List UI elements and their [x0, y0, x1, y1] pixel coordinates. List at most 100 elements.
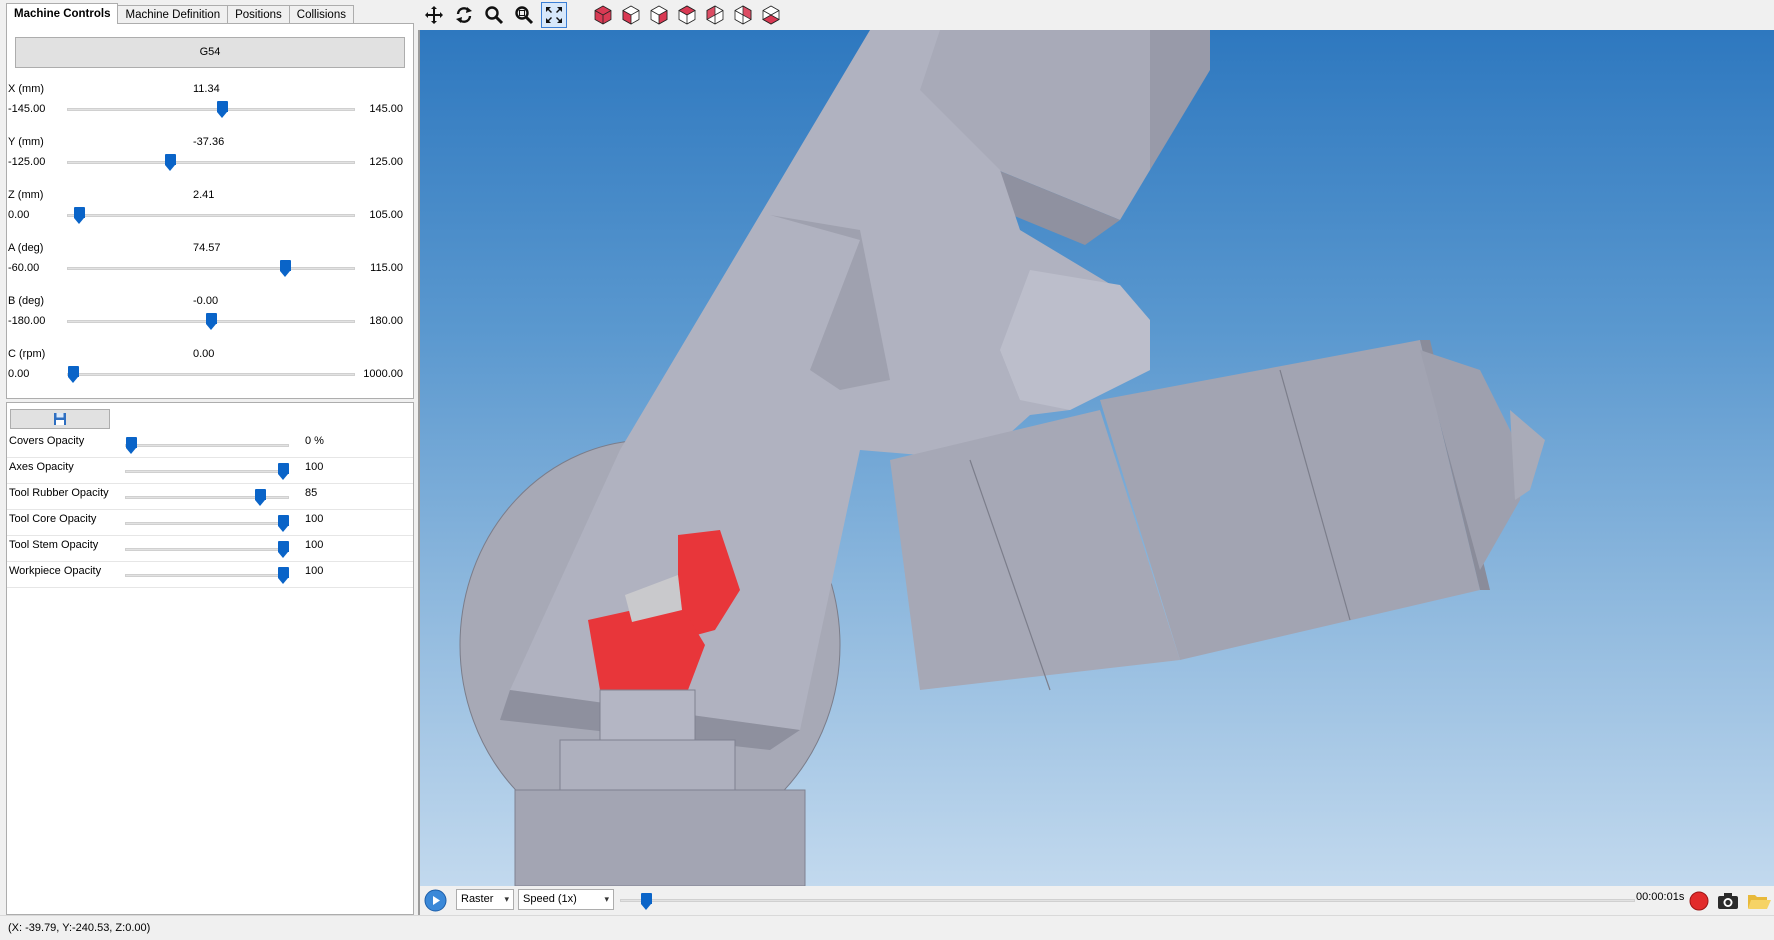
view-front-icon	[622, 5, 640, 25]
tool-stem-opacity-slider[interactable]	[125, 541, 289, 558]
tool-core-opacity-slider[interactable]	[125, 515, 289, 532]
mode-dropdown[interactable]: Raster ▾	[456, 889, 514, 910]
slider-track	[67, 161, 355, 164]
slider-track	[67, 267, 355, 270]
workpiece-opacity-slider[interactable]	[125, 567, 289, 584]
axis-max: 105.00	[369, 209, 403, 221]
slider-thumb[interactable]	[68, 366, 79, 383]
axis-min: -60.00	[8, 262, 40, 274]
column-side	[1150, 30, 1210, 170]
slider-thumb[interactable]	[278, 463, 289, 480]
wcs-button[interactable]: G54	[15, 37, 405, 68]
view-top-button[interactable]	[730, 2, 756, 28]
opacity-value: 100	[305, 461, 324, 473]
slider-track	[125, 548, 289, 551]
axis-min: -145.00	[8, 103, 46, 115]
view-iso-icon	[594, 5, 612, 25]
opacity-row-tool-rubber: Tool Rubber Opacity 85	[7, 484, 413, 510]
slider-thumb[interactable]	[126, 437, 137, 454]
axis-min: 0.00	[8, 209, 30, 221]
play-icon	[424, 889, 447, 912]
3d-viewport[interactable]	[418, 30, 1774, 886]
axis-x-control: X (mm) 11.34 -145.00 145.00	[7, 83, 413, 129]
axis-name: Z (mm)	[8, 189, 44, 201]
slider-thumb[interactable]	[278, 541, 289, 558]
slider-thumb[interactable]	[278, 567, 289, 584]
view-bottom-icon	[762, 5, 780, 25]
axis-value: 11.34	[193, 83, 220, 95]
view-bottom-button[interactable]	[758, 2, 784, 28]
slider-thumb[interactable]	[255, 489, 267, 506]
view-back-icon	[650, 5, 668, 25]
zoom-button[interactable]	[481, 2, 507, 28]
opacity-label: Tool Core Opacity	[9, 513, 97, 525]
zoom-window-button[interactable]	[511, 2, 537, 28]
rotate-button[interactable]	[451, 2, 477, 28]
pan-icon	[425, 6, 443, 24]
slider-thumb[interactable]	[278, 515, 289, 532]
slider-track	[125, 574, 289, 577]
slider-thumb[interactable]	[206, 313, 217, 330]
timeline-thumb[interactable]	[641, 893, 653, 910]
cursor-coordinates: (X: -39.79, Y:-240.53, Z:0.00)	[8, 922, 151, 934]
tab-positions[interactable]: Positions	[227, 5, 290, 24]
playback-bar: Raster ▾ Speed (1x) ▾ 00:00:01s	[418, 886, 1774, 915]
axes-opacity-slider[interactable]	[125, 463, 289, 480]
slider-track	[125, 470, 289, 473]
open-folder-button[interactable]	[1746, 890, 1772, 912]
floppy-disk-icon	[54, 413, 66, 425]
timeline-slider[interactable]	[620, 893, 1635, 910]
slider-track	[67, 108, 355, 111]
slider-thumb[interactable]	[280, 260, 292, 277]
spindle-tip	[1510, 410, 1545, 500]
record-icon	[1689, 891, 1709, 911]
slider-thumb[interactable]	[216, 101, 228, 118]
axis-max: 180.00	[369, 315, 403, 327]
view-iso-button[interactable]	[590, 2, 616, 28]
axis-value: 0.00	[193, 348, 215, 360]
view-back-button[interactable]	[646, 2, 672, 28]
axis-x-slider[interactable]	[67, 101, 355, 118]
play-button[interactable]	[424, 889, 447, 912]
timeline-track	[620, 899, 1635, 902]
axis-max: 145.00	[369, 103, 403, 115]
axis-min: -180.00	[8, 315, 46, 327]
fit-view-button[interactable]	[541, 2, 567, 28]
axis-y-slider[interactable]	[67, 154, 355, 171]
opacity-row-covers: Covers Opacity 0 %	[7, 432, 413, 458]
left-panel: Machine Controls Machine Definition Posi…	[0, 0, 416, 915]
tab-machine-definition[interactable]: Machine Definition	[117, 5, 229, 24]
axis-name: Y (mm)	[8, 136, 44, 148]
view-right-button[interactable]	[702, 2, 728, 28]
record-button[interactable]	[1688, 890, 1710, 912]
covers-opacity-slider[interactable]	[125, 437, 289, 454]
slider-thumb[interactable]	[164, 154, 176, 171]
axis-a-slider[interactable]	[67, 260, 355, 277]
axis-z-slider[interactable]	[67, 207, 355, 224]
speed-dropdown[interactable]: Speed (1x) ▾	[518, 889, 614, 910]
view-front-button[interactable]	[618, 2, 644, 28]
axis-b-slider[interactable]	[67, 313, 355, 330]
snapshot-button[interactable]	[1716, 890, 1740, 912]
save-button[interactable]	[10, 409, 110, 429]
axis-b-control: B (deg) -0.00 -180.00 180.00	[7, 295, 413, 341]
chevron-down-icon: ▾	[504, 894, 509, 904]
opacity-panel: Covers Opacity 0 % Axes Opacity 100 Tool…	[6, 402, 414, 915]
view-top-icon	[734, 5, 752, 25]
axis-c-slider[interactable]	[67, 366, 355, 383]
tab-collisions[interactable]: Collisions	[288, 5, 354, 24]
axis-z-control: Z (mm) 2.41 0.00 105.00	[7, 189, 413, 235]
tab-machine-controls[interactable]: Machine Controls	[6, 3, 119, 24]
pedestal-upper	[599, 689, 696, 741]
tool-rubber-opacity-slider[interactable]	[125, 489, 289, 506]
axis-name: A (deg)	[8, 242, 44, 254]
axis-value: 2.41	[193, 189, 215, 201]
time-readout: 00:00:01s	[1636, 891, 1685, 903]
slider-track	[67, 214, 355, 217]
zoom-window-icon	[515, 6, 534, 25]
view-left-button[interactable]	[674, 2, 700, 28]
slider-thumb[interactable]	[74, 207, 86, 224]
axis-name: X (mm)	[8, 83, 45, 95]
spindle-mount	[1000, 270, 1150, 410]
pan-button[interactable]	[421, 2, 447, 28]
